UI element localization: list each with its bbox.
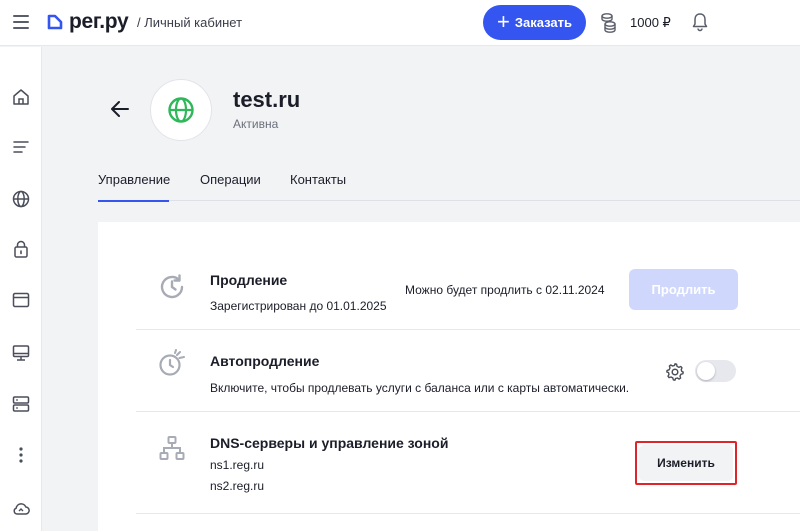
top-bar: рег.ру / Личный кабинет + Заказать 1000 …: [0, 0, 800, 46]
tab-operations[interactable]: Операции: [200, 172, 261, 201]
domain-avatar: [150, 79, 212, 141]
server-icon[interactable]: [11, 394, 31, 414]
autorenew-subtitle: Включите, чтобы продлевать услуги с бала…: [210, 381, 630, 395]
list-icon[interactable]: [11, 137, 31, 157]
home-icon[interactable]: [11, 87, 31, 107]
tab-bar: Управление Операции Контакты: [98, 170, 800, 202]
order-button[interactable]: + Заказать: [483, 5, 586, 40]
domain-status: Активна: [233, 117, 279, 131]
dns-server-2: ns2.reg.ru: [210, 479, 265, 493]
change-dns-button[interactable]: Изменить: [635, 441, 737, 485]
monitor-icon[interactable]: [11, 343, 31, 363]
logo-text: рег.ру: [69, 10, 129, 33]
logo[interactable]: рег.ру: [46, 10, 129, 34]
change-dns-button-label: Изменить: [639, 445, 733, 481]
back-arrow-icon[interactable]: [110, 100, 130, 118]
globe-icon: [168, 97, 194, 123]
tab-management[interactable]: Управление: [98, 172, 170, 202]
autorenew-clock-icon: [159, 349, 185, 376]
renewal-note: Можно будет продлить с 02.11.2024: [405, 283, 605, 297]
sidebar: [0, 47, 42, 531]
renew-clock-icon: [160, 274, 184, 299]
logo-mark-icon: [47, 14, 63, 30]
dns-server-1: ns1.reg.ru: [210, 458, 265, 472]
lock-icon[interactable]: [11, 239, 31, 259]
autorenew-toggle[interactable]: [695, 360, 736, 382]
globe-icon[interactable]: [11, 189, 31, 209]
balance[interactable]: 1000 ₽: [630, 15, 671, 31]
renew-button[interactable]: Продлить: [629, 269, 738, 310]
order-button-label: Заказать: [514, 15, 572, 30]
plus-icon: +: [496, 8, 510, 34]
browser-window-icon[interactable]: [11, 290, 31, 310]
autorenew-title: Автопродление: [210, 353, 320, 369]
domain-title: test.ru: [233, 87, 301, 112]
renewal-subtitle: Зарегистрирован до 01.01.2025: [210, 299, 387, 313]
tab-contacts[interactable]: Контакты: [290, 172, 346, 201]
menu-icon[interactable]: [13, 15, 29, 29]
more-dots-icon[interactable]: [11, 445, 31, 465]
gear-icon[interactable]: [665, 362, 685, 382]
dns-title: DNS-серверы и управление зоной: [210, 435, 449, 451]
toggle-knob: [697, 362, 715, 380]
breadcrumb[interactable]: / Личный кабинет: [137, 15, 242, 30]
network-icon: [159, 436, 185, 460]
bell-icon[interactable]: [691, 12, 709, 32]
cloud-icon[interactable]: [11, 499, 31, 519]
renewal-title: Продление: [210, 272, 288, 288]
coins-icon: [601, 13, 616, 33]
management-card: Продление Зарегистрирован до 01.01.2025 …: [98, 222, 800, 531]
